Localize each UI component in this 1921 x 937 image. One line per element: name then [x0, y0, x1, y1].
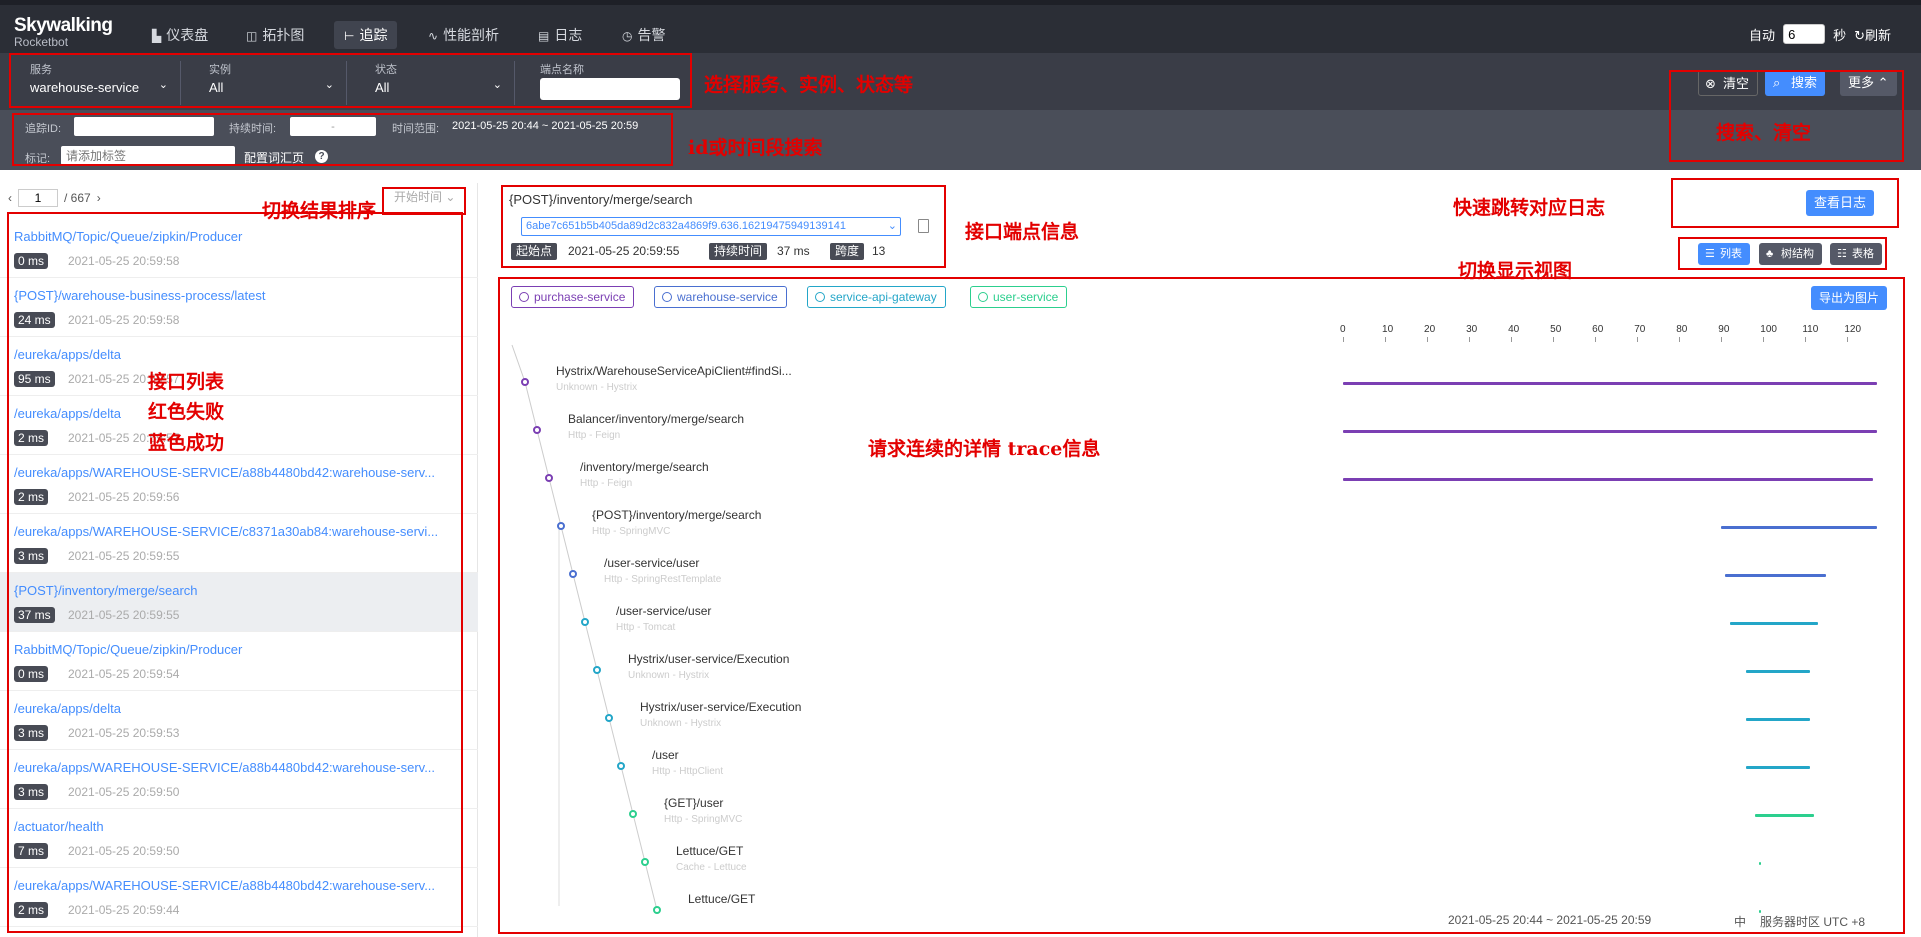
annotation-box-list [7, 212, 463, 933]
annotation-trace: 请求连续的详情 trace信息 [868, 438, 1101, 460]
annotation-log: 快速跳转对应日志 [1453, 197, 1606, 219]
annotation-box-search [12, 113, 673, 166]
annotation-search: id或时间段搜索 [688, 137, 823, 159]
annotation-box-views [1678, 237, 1887, 270]
annotation-box-actions [1669, 70, 1904, 162]
annotation-list-2: 红色失败 [148, 401, 225, 423]
annotation-endpoint: 接口端点信息 [965, 221, 1080, 243]
annotation-list-3: 蓝色成功 [148, 432, 225, 454]
annotation-box-endpoint [501, 185, 946, 268]
annotation-box-log [1671, 178, 1899, 228]
annotation-actions: 搜索、清空 [1716, 122, 1812, 144]
annotation-box-filters [9, 53, 692, 108]
annotation-list-1: 接口列表 [148, 371, 225, 393]
annotation-box-sort [382, 187, 466, 215]
annotation-filters: 选择服务、实例、状态等 [704, 74, 914, 96]
annotation-box-trace [498, 277, 1905, 934]
